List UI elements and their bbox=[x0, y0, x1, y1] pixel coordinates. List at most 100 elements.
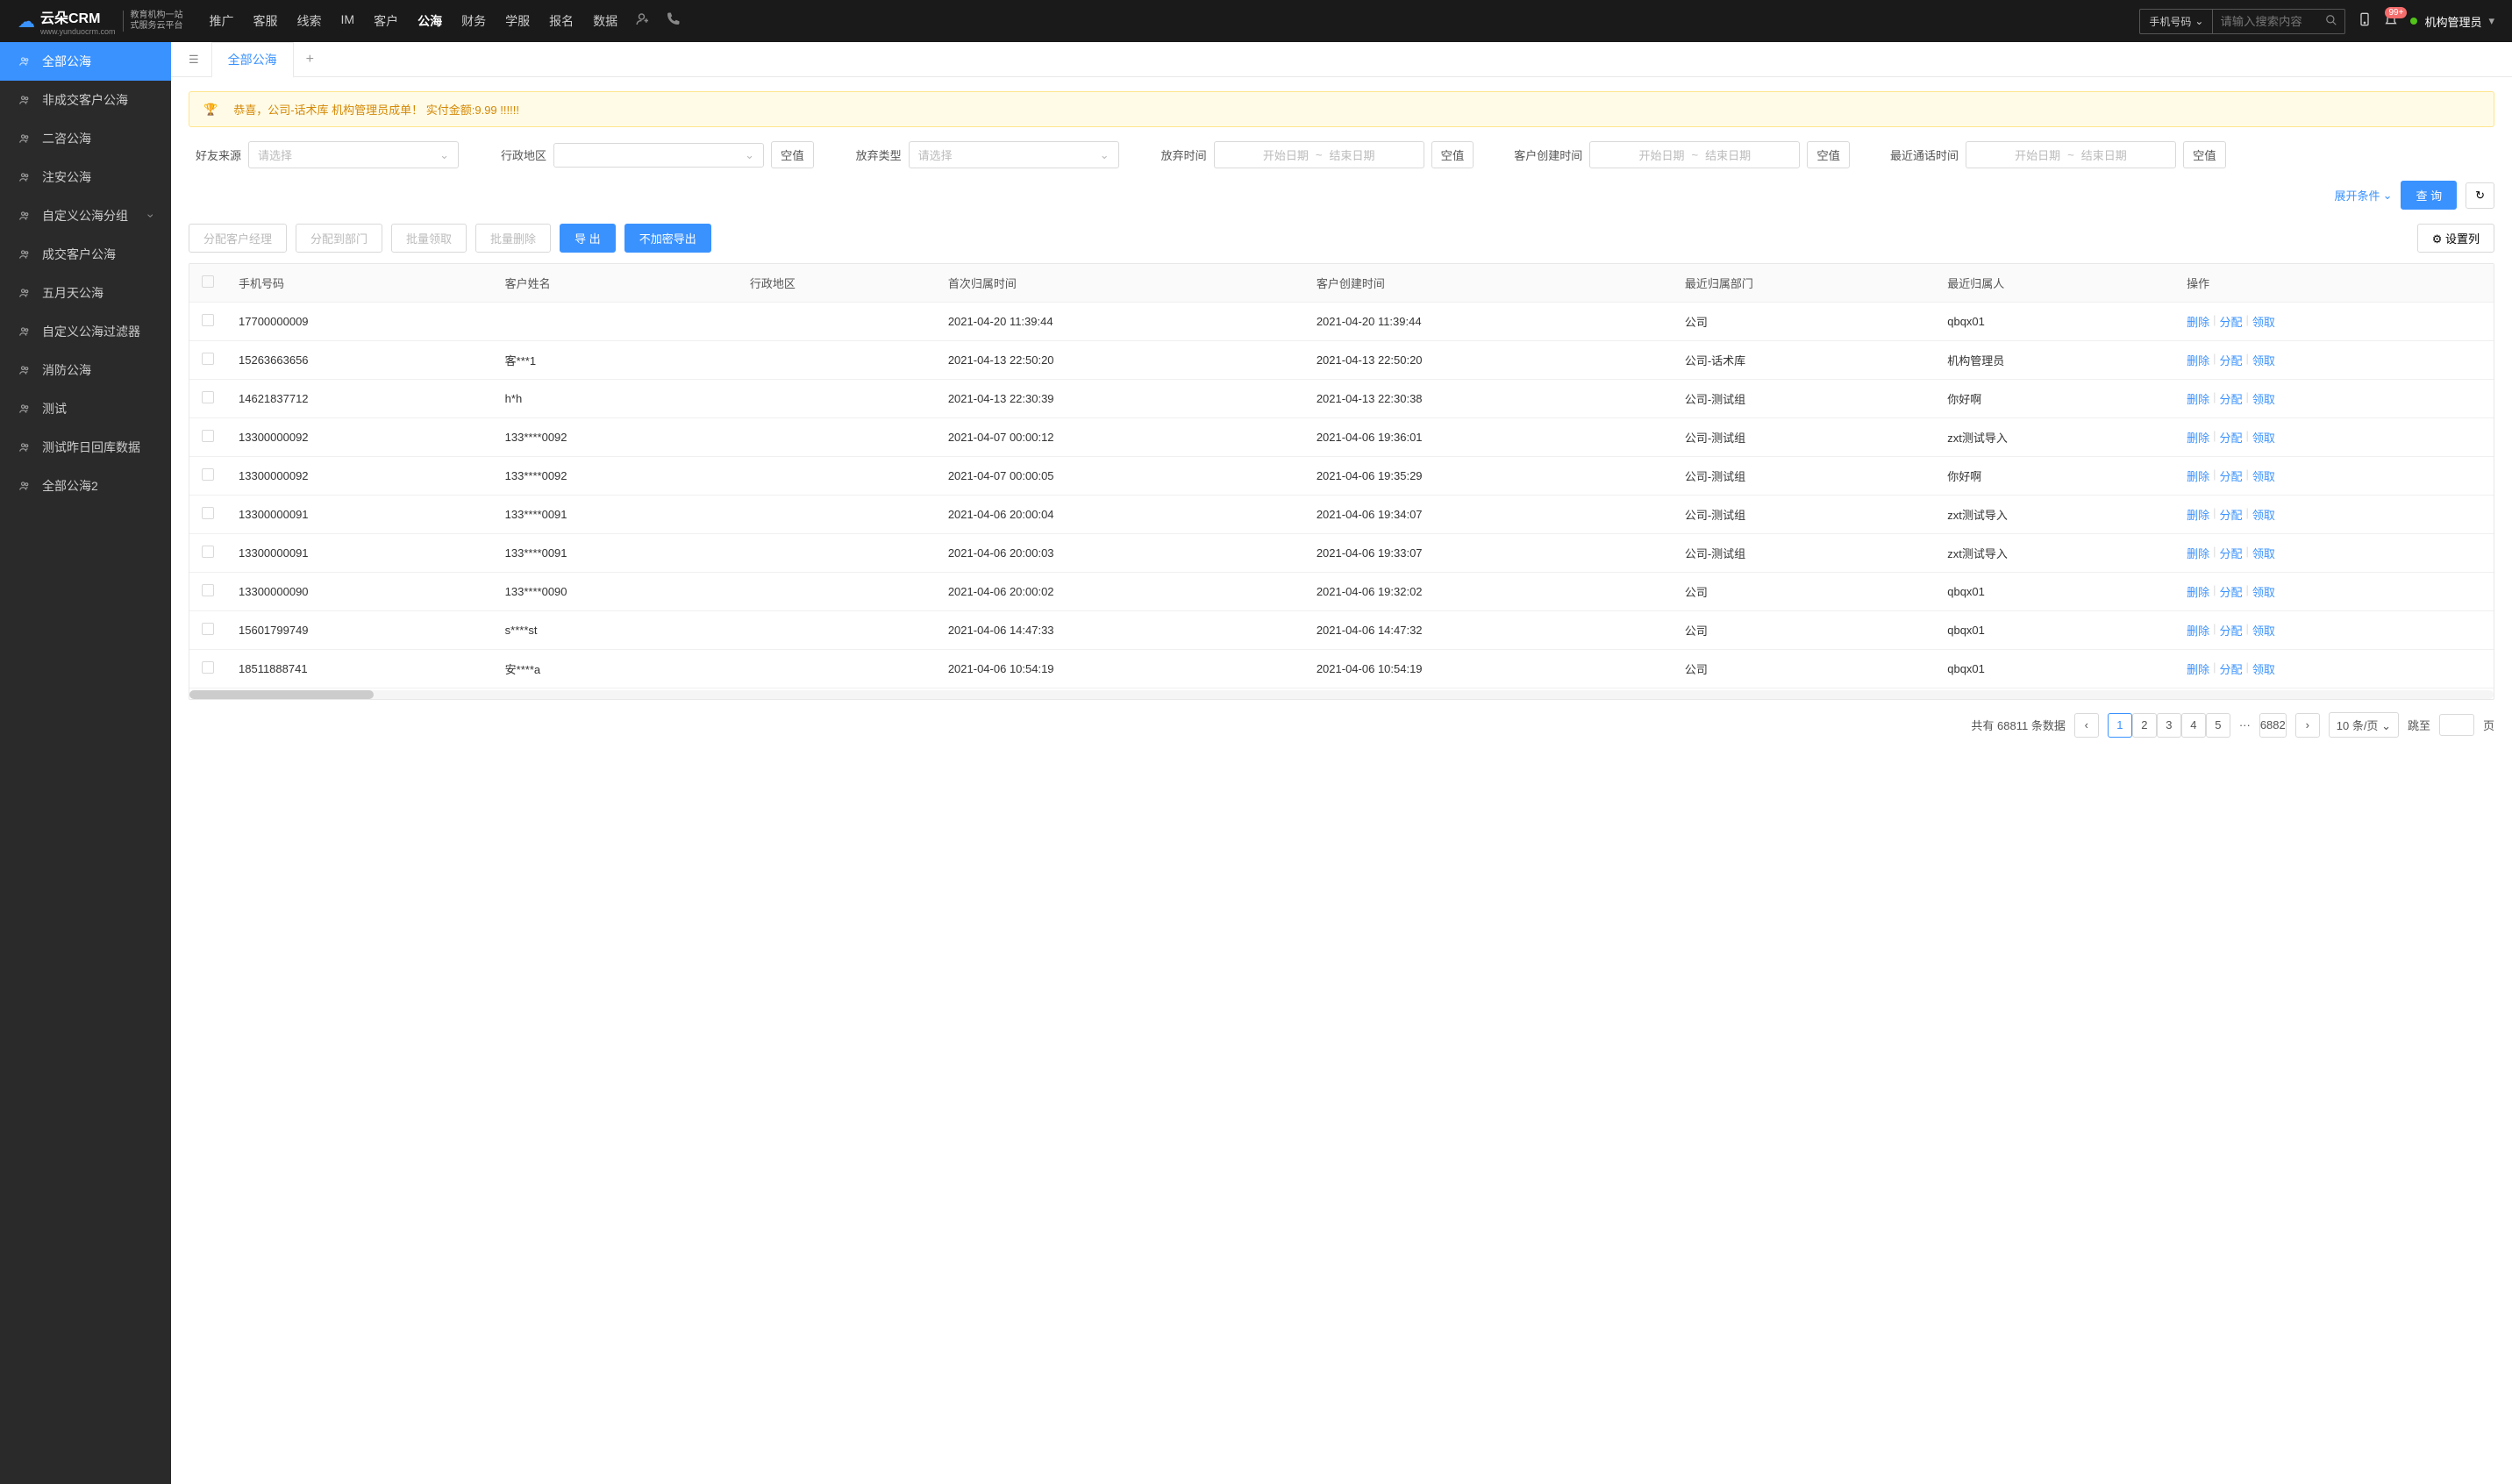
row-checkbox[interactable] bbox=[202, 546, 214, 558]
row-assign-link[interactable]: 分配 bbox=[2220, 390, 2243, 407]
row-delete-link[interactable]: 删除 bbox=[2187, 583, 2209, 600]
expand-filters-link[interactable]: 展开条件 ⌄ bbox=[2335, 187, 2393, 203]
row-claim-link[interactable]: 领取 bbox=[2252, 390, 2275, 407]
row-checkbox[interactable] bbox=[202, 468, 214, 481]
row-checkbox[interactable] bbox=[202, 507, 214, 519]
row-claim-link[interactable]: 领取 bbox=[2252, 506, 2275, 523]
sidebar-item-8[interactable]: 消防公海 bbox=[0, 351, 171, 389]
row-assign-link[interactable]: 分配 bbox=[2220, 352, 2243, 368]
row-checkbox[interactable] bbox=[202, 623, 214, 635]
sidebar-item-10[interactable]: 测试昨日回库数据 bbox=[0, 428, 171, 467]
mobile-icon[interactable] bbox=[2358, 12, 2372, 31]
create-time-range[interactable]: 开始日期~结束日期 bbox=[1589, 141, 1800, 168]
row-claim-link[interactable]: 领取 bbox=[2252, 545, 2275, 561]
tab-add-button[interactable]: + bbox=[294, 45, 326, 75]
sidebar-item-3[interactable]: 注安公海 bbox=[0, 158, 171, 196]
last-page-button[interactable]: 6882 bbox=[2259, 713, 2287, 738]
logo[interactable]: ☁ 云朵CRM www.yunduocrm.com 教育机构一站 式服务云平台 bbox=[18, 6, 183, 36]
abandon-time-range[interactable]: 开始日期~结束日期 bbox=[1214, 141, 1424, 168]
region-select[interactable]: ⌄ bbox=[553, 143, 764, 168]
nav-item-8[interactable]: 报名 bbox=[549, 12, 574, 30]
source-select[interactable]: 请选择⌄ bbox=[248, 141, 459, 168]
row-assign-link[interactable]: 分配 bbox=[2220, 622, 2243, 639]
row-delete-link[interactable]: 删除 bbox=[2187, 467, 2209, 484]
jump-input[interactable] bbox=[2439, 714, 2474, 736]
row-assign-link[interactable]: 分配 bbox=[2220, 660, 2243, 677]
search-type-select[interactable]: 手机号码⌄ bbox=[2140, 10, 2213, 33]
assign-dept-button[interactable]: 分配到部门 bbox=[296, 224, 382, 253]
nav-item-0[interactable]: 推广 bbox=[210, 12, 234, 30]
last-call-range[interactable]: 开始日期~结束日期 bbox=[1966, 141, 2176, 168]
sidebar-item-0[interactable]: 全部公海 bbox=[0, 42, 171, 81]
sidebar-item-11[interactable]: 全部公海2 bbox=[0, 467, 171, 505]
abandon-type-select[interactable]: 请选择⌄ bbox=[909, 141, 1119, 168]
nav-item-3[interactable]: IM bbox=[341, 12, 355, 30]
row-assign-link[interactable]: 分配 bbox=[2220, 583, 2243, 600]
row-claim-link[interactable]: 领取 bbox=[2252, 429, 2275, 446]
row-delete-link[interactable]: 删除 bbox=[2187, 352, 2209, 368]
sidebar-item-1[interactable]: 非成交客户公海 bbox=[0, 81, 171, 119]
sidebar-item-4[interactable]: 自定义公海分组 bbox=[0, 196, 171, 235]
user-menu[interactable]: 机构管理员 ▾ bbox=[2410, 13, 2494, 30]
scrollbar-thumb[interactable] bbox=[189, 690, 374, 699]
batch-claim-button[interactable]: 批量领取 bbox=[391, 224, 467, 253]
export-button[interactable]: 导 出 bbox=[560, 224, 616, 253]
create-time-empty-button[interactable]: 空值 bbox=[1807, 141, 1850, 168]
row-delete-link[interactable]: 删除 bbox=[2187, 506, 2209, 523]
sidebar-item-5[interactable]: 成交客户公海 bbox=[0, 235, 171, 274]
page-size-select[interactable]: 10 条/页 ⌄ bbox=[2329, 712, 2399, 738]
page-button-4[interactable]: 4 bbox=[2181, 713, 2206, 738]
row-delete-link[interactable]: 删除 bbox=[2187, 545, 2209, 561]
sidebar-item-2[interactable]: 二咨公海 bbox=[0, 119, 171, 158]
refresh-button[interactable]: ↻ bbox=[2466, 182, 2494, 209]
assign-manager-button[interactable]: 分配客户经理 bbox=[189, 224, 287, 253]
abandon-time-empty-button[interactable]: 空值 bbox=[1431, 141, 1474, 168]
region-empty-button[interactable]: 空值 bbox=[771, 141, 814, 168]
row-delete-link[interactable]: 删除 bbox=[2187, 390, 2209, 407]
notification-icon[interactable]: 99+ bbox=[2384, 12, 2398, 31]
nav-item-4[interactable]: 客户 bbox=[374, 12, 398, 30]
export-raw-button[interactable]: 不加密导出 bbox=[624, 224, 711, 253]
row-delete-link[interactable]: 删除 bbox=[2187, 313, 2209, 330]
tab-all-public[interactable]: 全部公海 bbox=[211, 42, 294, 78]
last-call-empty-button[interactable]: 空值 bbox=[2183, 141, 2226, 168]
page-button-5[interactable]: 5 bbox=[2206, 713, 2230, 738]
page-button-1[interactable]: 1 bbox=[2108, 713, 2132, 738]
row-claim-link[interactable]: 领取 bbox=[2252, 352, 2275, 368]
next-page-button[interactable]: › bbox=[2295, 713, 2320, 738]
sidebar-item-7[interactable]: 自定义公海过滤器 bbox=[0, 312, 171, 351]
tabs-toggle-icon[interactable]: ☰ bbox=[182, 53, 206, 67]
nav-item-5[interactable]: 公海 bbox=[417, 12, 442, 30]
row-delete-link[interactable]: 删除 bbox=[2187, 622, 2209, 639]
phone-icon[interactable] bbox=[665, 11, 681, 32]
nav-item-7[interactable]: 学服 bbox=[505, 12, 530, 30]
row-claim-link[interactable]: 领取 bbox=[2252, 622, 2275, 639]
page-button-2[interactable]: 2 bbox=[2132, 713, 2157, 738]
add-user-icon[interactable] bbox=[635, 11, 651, 32]
nav-item-2[interactable]: 线索 bbox=[297, 12, 322, 30]
batch-delete-button[interactable]: 批量删除 bbox=[475, 224, 551, 253]
nav-item-9[interactable]: 数据 bbox=[593, 12, 617, 30]
row-checkbox[interactable] bbox=[202, 430, 214, 442]
nav-item-1[interactable]: 客服 bbox=[253, 12, 278, 30]
nav-item-6[interactable]: 财务 bbox=[461, 12, 486, 30]
row-delete-link[interactable]: 删除 bbox=[2187, 429, 2209, 446]
sidebar-item-9[interactable]: 测试 bbox=[0, 389, 171, 428]
row-assign-link[interactable]: 分配 bbox=[2220, 467, 2243, 484]
row-checkbox[interactable] bbox=[202, 353, 214, 365]
select-all-checkbox[interactable] bbox=[202, 275, 214, 288]
row-checkbox[interactable] bbox=[202, 584, 214, 596]
row-checkbox[interactable] bbox=[202, 391, 214, 403]
query-button[interactable]: 查 询 bbox=[2401, 181, 2457, 210]
row-assign-link[interactable]: 分配 bbox=[2220, 429, 2243, 446]
prev-page-button[interactable]: ‹ bbox=[2074, 713, 2099, 738]
search-icon[interactable] bbox=[2318, 10, 2344, 33]
row-claim-link[interactable]: 领取 bbox=[2252, 660, 2275, 677]
row-claim-link[interactable]: 领取 bbox=[2252, 313, 2275, 330]
row-claim-link[interactable]: 领取 bbox=[2252, 467, 2275, 484]
row-claim-link[interactable]: 领取 bbox=[2252, 583, 2275, 600]
row-checkbox[interactable] bbox=[202, 661, 214, 674]
row-checkbox[interactable] bbox=[202, 314, 214, 326]
horizontal-scrollbar[interactable] bbox=[189, 690, 2494, 699]
row-assign-link[interactable]: 分配 bbox=[2220, 545, 2243, 561]
